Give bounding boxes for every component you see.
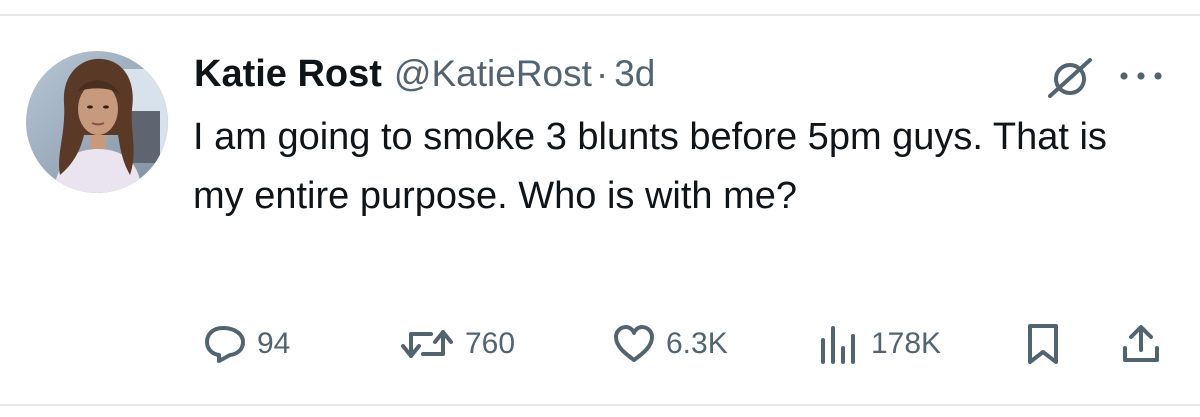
- retweet-count: 760: [465, 327, 516, 360]
- bookmark-button[interactable]: [1025, 316, 1061, 372]
- grok-icon[interactable]: [1042, 56, 1098, 100]
- tweet-actions: 94 760 6.3K 178K: [0, 316, 1200, 372]
- author-handle[interactable]: @KatieRost: [394, 53, 592, 95]
- share-icon: [1119, 322, 1163, 366]
- top-divider: [0, 14, 1200, 16]
- share-button[interactable]: [1119, 316, 1163, 372]
- heart-icon: [612, 324, 656, 364]
- views-icon: [817, 324, 861, 364]
- tweet-timestamp[interactable]: 3d: [614, 53, 655, 95]
- reply-icon: [203, 324, 247, 364]
- views-count: 178K: [871, 327, 942, 360]
- tweet-header: Katie Rost @KatieRost · 3d: [194, 46, 655, 102]
- like-count: 6.3K: [666, 327, 728, 360]
- tweet-text: I am going to smoke 3 blunts before 5pm …: [193, 116, 1107, 217]
- bookmark-icon: [1025, 322, 1061, 366]
- retweet-icon: [399, 324, 455, 364]
- reply-count: 94: [257, 327, 291, 360]
- retweet-button[interactable]: 760: [399, 316, 515, 372]
- more-icon[interactable]: [1113, 66, 1169, 86]
- views-button[interactable]: 178K: [817, 316, 941, 372]
- like-button[interactable]: 6.3K: [612, 316, 728, 372]
- bottom-divider: [0, 404, 1200, 406]
- separator-dot: ·: [595, 53, 609, 94]
- author-display-name[interactable]: Katie Rost: [194, 53, 382, 96]
- avatar[interactable]: [26, 51, 168, 193]
- reply-button[interactable]: 94: [203, 316, 290, 372]
